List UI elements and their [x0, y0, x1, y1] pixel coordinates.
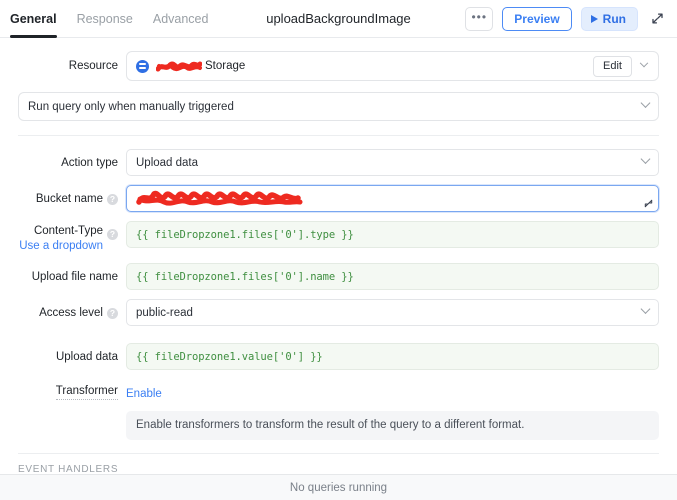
content-type-value: {{ fileDropzone1.files['0'].type }}	[136, 229, 354, 241]
bucket-name-row: Bucket name ?	[0, 185, 677, 212]
edit-resource-button[interactable]: Edit	[593, 56, 632, 77]
access-level-row: Access level ? public-read	[0, 299, 677, 326]
transformer-enable-link[interactable]: Enable	[126, 388, 162, 400]
access-level-label-col: Access level ?	[18, 299, 126, 321]
tab-response[interactable]: Response	[77, 0, 133, 38]
upload-data-value: {{ fileDropzone1.value['0'] }}	[136, 351, 323, 363]
resource-name: Storage	[156, 59, 245, 74]
run-button-label: Run	[603, 12, 626, 26]
resource-actions: Edit	[593, 55, 654, 77]
action-type-label-col: Action type	[18, 149, 126, 171]
bucket-name-label: Bucket name	[36, 192, 103, 207]
content-type-input[interactable]: {{ fileDropzone1.files['0'].type }}	[126, 221, 659, 248]
help-icon[interactable]: ?	[107, 229, 118, 240]
tab-response-label: Response	[77, 12, 133, 26]
event-handlers-section-title: Event handlers	[0, 464, 677, 474]
tab-general-label: General	[10, 12, 57, 26]
help-icon[interactable]: ?	[107, 194, 118, 205]
panel-body: Resource Storage Edit	[0, 39, 677, 474]
upload-data-field: {{ fileDropzone1.value['0'] }}	[126, 343, 659, 370]
transformer-note: Enable transformers to transform the res…	[126, 411, 659, 440]
trigger-mode-select[interactable]: Run query only when manually triggered	[18, 92, 659, 121]
trigger-mode-value: Run query only when manually triggered	[28, 101, 234, 113]
tab-general[interactable]: General	[10, 0, 57, 38]
action-type-label: Action type	[61, 156, 118, 171]
query-editor-panel: General Response Advanced uploadBackgrou…	[0, 0, 677, 500]
access-level-field: public-read	[126, 299, 659, 326]
transformer-row: Transformer Enable Enable transformers t…	[0, 384, 677, 440]
use-a-dropdown-link[interactable]: Use a dropdown	[19, 239, 103, 254]
status-bar-text: No queries running	[290, 482, 387, 494]
tab-advanced-label: Advanced	[153, 12, 209, 26]
resource-selector[interactable]: Storage Edit	[126, 51, 659, 81]
content-type-label-col: Content-Type Use a dropdown ?	[18, 221, 126, 254]
resource-row: Resource Storage Edit	[0, 51, 677, 81]
action-type-row: Action type Upload data	[0, 149, 677, 176]
more-options-button[interactable]: •••	[465, 7, 493, 31]
redaction-scribble-bucket	[136, 189, 304, 208]
expand-arrows-icon	[651, 12, 664, 25]
upload-file-name-label-col: Upload file name	[18, 263, 126, 285]
expand-button[interactable]	[647, 9, 667, 29]
bucket-name-field	[126, 185, 659, 212]
play-icon	[591, 15, 598, 23]
resource-label-col: Resource	[18, 51, 126, 74]
content-type-label-stack: Content-Type Use a dropdown	[19, 224, 103, 254]
transformer-label-col: Transformer	[18, 384, 126, 400]
upload-file-name-value: {{ fileDropzone1.files['0'].name }}	[136, 271, 354, 283]
chevron-down-icon	[641, 154, 651, 164]
bucket-name-input[interactable]	[126, 185, 659, 212]
edit-resource-label: Edit	[603, 60, 622, 72]
chevron-down-icon	[640, 59, 648, 67]
run-button[interactable]: Run	[581, 7, 638, 31]
status-bar: No queries running	[0, 474, 677, 500]
upload-file-name-input[interactable]: {{ fileDropzone1.files['0'].name }}	[126, 263, 659, 290]
upload-file-name-row: Upload file name {{ fileDropzone1.files[…	[0, 263, 677, 290]
database-icon	[136, 60, 149, 73]
chevron-down-icon	[641, 98, 651, 108]
resource-label: Resource	[69, 59, 118, 74]
resource-dropdown-button[interactable]	[634, 55, 654, 77]
panel-header: General Response Advanced uploadBackgrou…	[0, 0, 677, 38]
action-type-field: Upload data	[126, 149, 659, 176]
action-type-select[interactable]: Upload data	[126, 149, 659, 176]
more-dots-icon: •••	[471, 11, 487, 23]
transformer-field: Enable Enable transformers to transform …	[126, 384, 659, 440]
event-handlers-divider	[18, 453, 659, 454]
help-icon[interactable]: ?	[107, 308, 118, 319]
preview-button-label: Preview	[514, 12, 559, 26]
section-divider	[18, 135, 659, 136]
upload-file-name-label: Upload file name	[32, 270, 118, 285]
upload-data-label: Upload data	[56, 350, 118, 365]
tab-bar: General Response Advanced	[10, 0, 208, 38]
content-type-field: {{ fileDropzone1.files['0'].type }}	[126, 221, 659, 248]
resource-name-suffix: Storage	[205, 60, 245, 72]
preview-button[interactable]: Preview	[502, 7, 571, 31]
access-level-label: Access level	[39, 306, 103, 321]
action-type-value: Upload data	[136, 157, 198, 169]
chevron-down-icon	[641, 304, 651, 314]
transformer-label: Transformer	[56, 384, 118, 400]
redaction-scribble-resource	[156, 59, 202, 74]
expand-input-icon[interactable]	[643, 198, 654, 209]
access-level-select[interactable]: public-read	[126, 299, 659, 326]
access-level-value: public-read	[136, 307, 193, 319]
content-type-row: Content-Type Use a dropdown ? {{ fileDro…	[0, 221, 677, 254]
tab-advanced[interactable]: Advanced	[153, 0, 209, 38]
upload-data-label-col: Upload data	[18, 343, 126, 365]
upload-data-row: Upload data {{ fileDropzone1.value['0'] …	[0, 343, 677, 370]
header-actions: ••• Preview Run	[465, 7, 667, 31]
upload-file-name-field: {{ fileDropzone1.files['0'].name }}	[126, 263, 659, 290]
content-type-label: Content-Type	[34, 224, 103, 239]
upload-data-input[interactable]: {{ fileDropzone1.value['0'] }}	[126, 343, 659, 370]
bucket-name-label-col: Bucket name ?	[18, 185, 126, 207]
